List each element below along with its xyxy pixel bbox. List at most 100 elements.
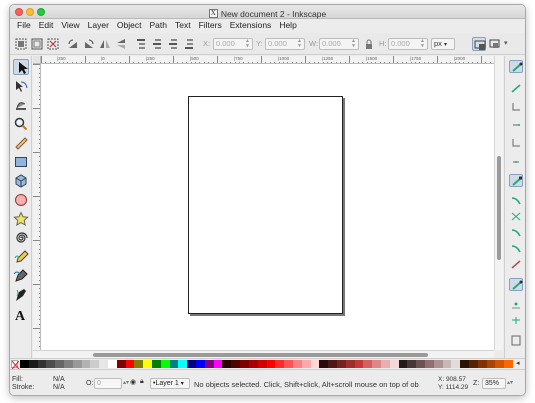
- snap-bbox-corners-icon[interactable]: [509, 118, 523, 131]
- scale-stroke-icon[interactable]: [472, 37, 486, 51]
- hide-layer-icon[interactable]: ◉: [130, 378, 136, 386]
- flip-vertical-icon[interactable]: [114, 37, 128, 51]
- snap-nodes-icon[interactable]: [509, 174, 523, 187]
- menu-help[interactable]: Help: [275, 19, 300, 32]
- zoom-window-button[interactable]: [37, 8, 45, 16]
- flip-horizontal-icon[interactable]: [98, 37, 112, 51]
- selector-tool-icon[interactable]: [13, 59, 29, 75]
- rotate-ccw-icon[interactable]: [66, 37, 80, 51]
- vertical-scroll-thumb[interactable]: [497, 156, 501, 260]
- vertical-ruler: [33, 64, 41, 350]
- horizontal-scrollbar[interactable]: [33, 350, 494, 358]
- lock-icon[interactable]: [362, 37, 376, 51]
- snap-rotation-center-icon[interactable]: [509, 314, 523, 327]
- no-paint-swatch[interactable]: [11, 360, 19, 369]
- layer-select[interactable]: •Layer 1 ▾: [150, 378, 190, 389]
- zoom-tool-icon[interactable]: [13, 116, 29, 132]
- snap-smooth-nodes-icon[interactable]: [509, 242, 523, 255]
- canvas[interactable]: |250 |0 |250 |500 |750 |1000 |1250 |1500…: [33, 56, 494, 350]
- 3d-box-tool-icon[interactable]: [13, 173, 29, 189]
- opacity-spin-icon[interactable]: ▴▾: [123, 379, 129, 386]
- node-tool-icon[interactable]: [13, 78, 29, 94]
- zoom-label: Z:: [473, 380, 480, 387]
- transform-options-icon[interactable]: [488, 37, 502, 51]
- measure-tool-icon[interactable]: [13, 135, 29, 151]
- palette-menu-icon[interactable]: ◂: [516, 359, 520, 367]
- calligraphy-tool-icon[interactable]: [13, 287, 29, 303]
- cursor-x: X: 908.57: [438, 376, 466, 383]
- ruler-tick-label: |0: [101, 56, 105, 61]
- h-label: H:: [379, 39, 387, 48]
- document-page[interactable]: [188, 96, 343, 314]
- spiral-tool-icon[interactable]: [13, 230, 29, 246]
- menu-filters[interactable]: Filters: [195, 19, 226, 32]
- text-tool-icon[interactable]: A: [13, 306, 29, 324]
- snap-bbox-centers-icon[interactable]: [509, 154, 523, 167]
- menu-edit[interactable]: Edit: [35, 19, 58, 32]
- rectangle-tool-icon[interactable]: [13, 154, 29, 170]
- horizontal-ruler: |250 |0 |250 |500 |750 |1000 |1250 |1500…: [41, 56, 494, 64]
- snap-path-intersections-icon[interactable]: [509, 210, 523, 223]
- svg-text:A: A: [15, 309, 26, 322]
- stroke-label: Stroke:: [12, 384, 35, 391]
- snap-page-border-icon[interactable]: [509, 334, 523, 347]
- zoom-field[interactable]: 35%: [482, 378, 506, 389]
- toolbar-overflow-icon[interactable]: ▾: [504, 39, 508, 47]
- pen-tool-icon[interactable]: [13, 268, 29, 284]
- deselect-icon[interactable]: [46, 37, 60, 51]
- menu-path[interactable]: Path: [145, 19, 171, 32]
- status-bar: Fill: Stroke: N/A N/A O: 0 ▴▾ ◉ 🔒︎ •Laye…: [10, 369, 525, 395]
- unit-select[interactable]: px ▾: [431, 38, 455, 50]
- select-all-layers-icon[interactable]: [30, 37, 44, 51]
- pencil-tool-icon[interactable]: [13, 249, 29, 265]
- status-message: No objects selected. Click, Shift+click,…: [194, 380, 419, 389]
- snap-others-icon[interactable]: [509, 278, 523, 291]
- snap-bbox-edges-icon[interactable]: [509, 100, 523, 113]
- snap-line-midpoints-icon[interactable]: [509, 258, 523, 271]
- lower-icon[interactable]: [166, 37, 180, 51]
- snap-centers-icon[interactable]: [509, 298, 523, 311]
- close-window-button[interactable]: [15, 8, 23, 16]
- star-tool-icon[interactable]: [13, 211, 29, 227]
- ruler-tick-label: |1750: [410, 56, 422, 61]
- fill-value[interactable]: N/A: [53, 376, 65, 383]
- opacity-field[interactable]: 0: [94, 378, 122, 389]
- vertical-scrollbar[interactable]: [494, 56, 503, 350]
- menu-extensions[interactable]: Extensions: [226, 19, 276, 32]
- snap-bbox-midpoints-icon[interactable]: [509, 136, 523, 149]
- snap-cusp-nodes-icon[interactable]: [509, 226, 523, 239]
- menu-bar: File Edit View Layer Object Path Text Fi…: [10, 19, 525, 32]
- ellipse-tool-icon[interactable]: [13, 192, 29, 208]
- raise-icon[interactable]: [150, 37, 164, 51]
- ruler-tick-label: |250: [146, 56, 155, 61]
- menu-file[interactable]: File: [13, 19, 35, 32]
- color-palette: ◂: [10, 358, 525, 369]
- tool-controls-bar: X: 0.000 ▲ ▼ Y: 0.000 ▲ ▼ W: 0.000 ▲ ▼ H: 0.00…: [10, 33, 525, 55]
- x-label: X:: [203, 39, 211, 48]
- color-swatch[interactable]: [504, 360, 514, 368]
- w-field[interactable]: 0.000 ▲ ▼: [319, 38, 359, 50]
- horizontal-scroll-thumb[interactable]: [93, 353, 428, 357]
- ruler-corner: [33, 56, 41, 64]
- rotate-cw-icon[interactable]: [82, 37, 96, 51]
- lock-layer-icon[interactable]: 🔒︎: [140, 378, 144, 386]
- lower-to-bottom-icon[interactable]: [182, 37, 196, 51]
- stroke-value[interactable]: N/A: [53, 384, 65, 391]
- snap-enable-icon[interactable]: [509, 60, 523, 73]
- menu-layer[interactable]: Layer: [84, 19, 113, 32]
- snap-paths-icon[interactable]: [509, 194, 523, 207]
- snap-bbox-icon[interactable]: [509, 82, 523, 95]
- menu-object[interactable]: Object: [113, 19, 146, 32]
- y-field[interactable]: 0.000 ▲ ▼: [265, 38, 305, 50]
- raise-to-top-icon[interactable]: [134, 37, 148, 51]
- tweak-tool-icon[interactable]: [13, 97, 29, 113]
- h-field[interactable]: 0.000 ▲ ▼: [388, 38, 428, 50]
- menu-text[interactable]: Text: [171, 19, 195, 32]
- zoom-spin-icon[interactable]: ▴▾: [507, 379, 513, 386]
- toolbox: A: [10, 56, 32, 361]
- x-field[interactable]: 0.000 ▲ ▼: [213, 38, 253, 50]
- select-all-icon[interactable]: [14, 37, 28, 51]
- menu-view[interactable]: View: [57, 19, 83, 32]
- inkscape-window: X New document 2 - Inkscape File Edit Vi…: [9, 4, 526, 396]
- minimize-window-button[interactable]: [26, 8, 34, 16]
